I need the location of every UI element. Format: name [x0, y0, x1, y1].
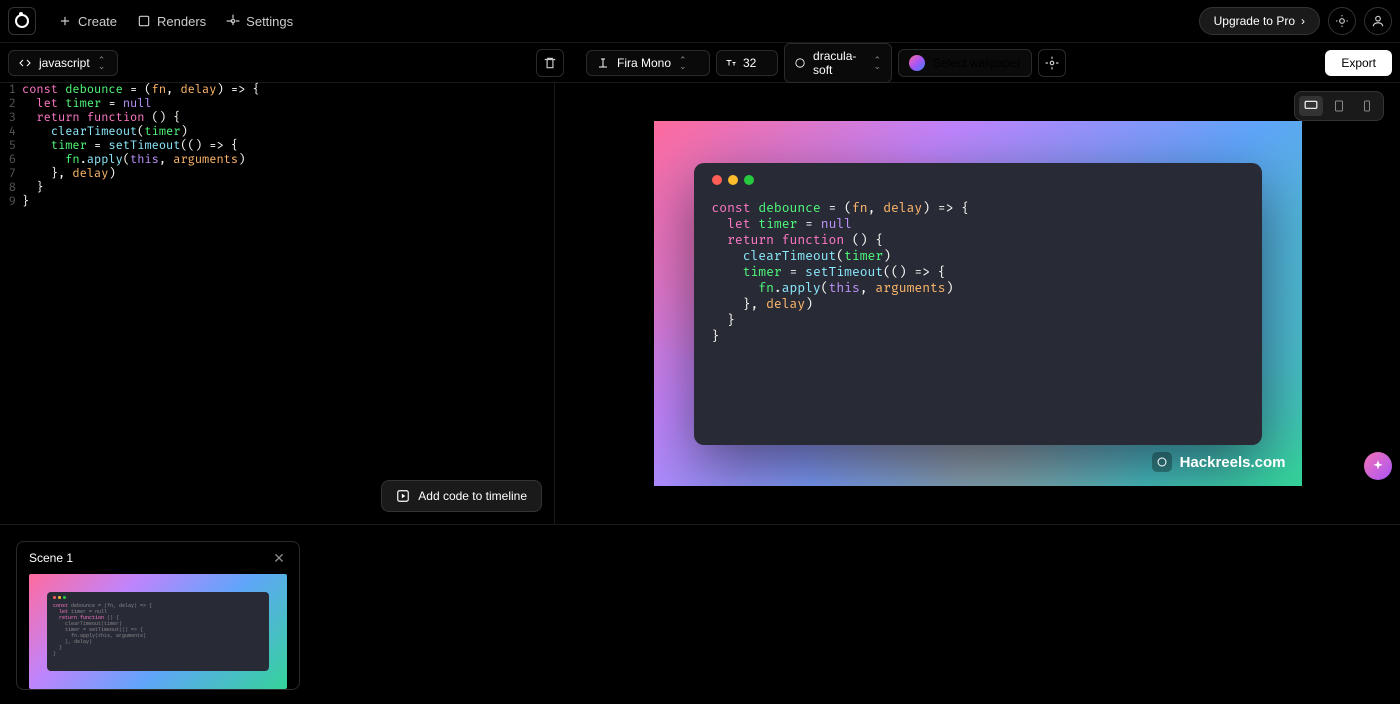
- notifications-button[interactable]: [1328, 7, 1356, 35]
- theme-select[interactable]: dracula-soft ⌃⌄: [784, 43, 892, 83]
- watermark: Hackreels.com: [1152, 452, 1286, 472]
- user-icon: [1371, 14, 1385, 28]
- timeline: Scene 1 ✕ const debounce = (fn, delay) =…: [0, 524, 1400, 704]
- wallpaper-swatch-icon: [909, 55, 925, 71]
- device-desktop-button[interactable]: [1299, 96, 1323, 116]
- theme-value: dracula-soft: [813, 49, 865, 77]
- scene-thumbnail[interactable]: const debounce = (fn, delay) => { let ti…: [29, 574, 287, 689]
- wallpaper-label: Select wallpaper: [933, 56, 1021, 70]
- wallpaper-button[interactable]: Select wallpaper: [898, 49, 1032, 77]
- line-gutter: 123456789: [0, 83, 22, 209]
- create-button[interactable]: Create: [48, 8, 127, 35]
- font-size-input[interactable]: 32: [716, 50, 778, 76]
- main-area: 123456789 const debounce = (fn, delay) =…: [0, 83, 1400, 524]
- palette-icon: [795, 57, 805, 69]
- play-icon: [396, 489, 410, 503]
- chevron-up-down-icon: ⌃⌄: [873, 57, 881, 69]
- settings-button[interactable]: Settings: [216, 8, 303, 35]
- delete-button[interactable]: [536, 49, 564, 77]
- font-icon: [597, 57, 609, 69]
- add-timeline-label: Add code to timeline: [418, 489, 527, 503]
- close-dot-icon: [712, 175, 722, 185]
- create-label: Create: [78, 14, 117, 29]
- scene-title: Scene 1: [29, 551, 73, 565]
- sparkle-icon: [1371, 459, 1385, 473]
- scene-close-button[interactable]: ✕: [271, 550, 287, 566]
- device-tablet-button[interactable]: [1327, 96, 1351, 116]
- window-controls: [712, 175, 1244, 185]
- scene-card[interactable]: Scene 1 ✕ const debounce = (fn, delay) =…: [16, 541, 300, 690]
- font-value: Fira Mono: [617, 56, 671, 70]
- gear-icon: [226, 14, 240, 28]
- chevron-up-down-icon: ⌃⌄: [679, 57, 687, 69]
- top-nav: Create Renders Settings Upgrade to Pro ›: [0, 0, 1400, 43]
- settings-label: Settings: [246, 14, 293, 29]
- renders-label: Renders: [157, 14, 206, 29]
- code-window: const debounce = (fn, delay) => { let ti…: [694, 163, 1262, 445]
- scene-header: Scene 1 ✕: [17, 542, 299, 574]
- toolbar: javascript ⌃⌄ Fira Mono ⌃⌄ 32 dracula-so…: [0, 43, 1400, 83]
- code-editor[interactable]: 123456789 const debounce = (fn, delay) =…: [0, 83, 554, 209]
- chevron-right-icon: ›: [1301, 14, 1305, 28]
- chevron-up-down-icon: ⌃⌄: [98, 57, 106, 69]
- preview-pane: const debounce = (fn, delay) => { let ti…: [555, 83, 1400, 524]
- close-icon: ✕: [273, 550, 285, 566]
- minimize-dot-icon: [728, 175, 738, 185]
- upgrade-label: Upgrade to Pro: [1214, 14, 1295, 28]
- code-icon: [19, 57, 31, 69]
- renders-icon: [137, 14, 151, 28]
- font-size-value: 32: [743, 56, 756, 70]
- profile-button[interactable]: [1364, 7, 1392, 35]
- maximize-dot-icon: [744, 175, 754, 185]
- plus-icon: [58, 14, 72, 28]
- desktop-icon: [1304, 100, 1318, 112]
- mobile-icon: [1363, 100, 1371, 112]
- preview-code: const debounce = (fn, delay) => { let ti…: [712, 201, 1244, 345]
- watermark-logo-icon: [1152, 452, 1172, 472]
- add-to-timeline-button[interactable]: Add code to timeline: [381, 480, 542, 512]
- device-switcher: [1294, 91, 1384, 121]
- app-logo[interactable]: [8, 7, 36, 35]
- upgrade-button[interactable]: Upgrade to Pro ›: [1199, 7, 1320, 35]
- code-content[interactable]: const debounce = (fn, delay) => { let ti…: [22, 83, 554, 209]
- watermark-text: Hackreels.com: [1180, 454, 1286, 471]
- sun-icon: [1335, 14, 1349, 28]
- export-button[interactable]: Export: [1325, 50, 1392, 76]
- tablet-icon: [1334, 100, 1344, 112]
- language-value: javascript: [39, 56, 90, 70]
- export-label: Export: [1341, 56, 1376, 70]
- help-fab[interactable]: [1364, 452, 1392, 480]
- font-select[interactable]: Fira Mono ⌃⌄: [586, 50, 710, 76]
- gear-icon: [1045, 56, 1059, 70]
- preview-settings-button[interactable]: [1038, 49, 1066, 77]
- language-select[interactable]: javascript ⌃⌄: [8, 50, 118, 76]
- editor-pane: 123456789 const debounce = (fn, delay) =…: [0, 83, 555, 524]
- renders-button[interactable]: Renders: [127, 8, 216, 35]
- trash-icon: [543, 56, 557, 70]
- preview-canvas: const debounce = (fn, delay) => { let ti…: [654, 121, 1302, 486]
- device-mobile-button[interactable]: [1355, 96, 1379, 116]
- text-size-icon: [725, 57, 737, 69]
